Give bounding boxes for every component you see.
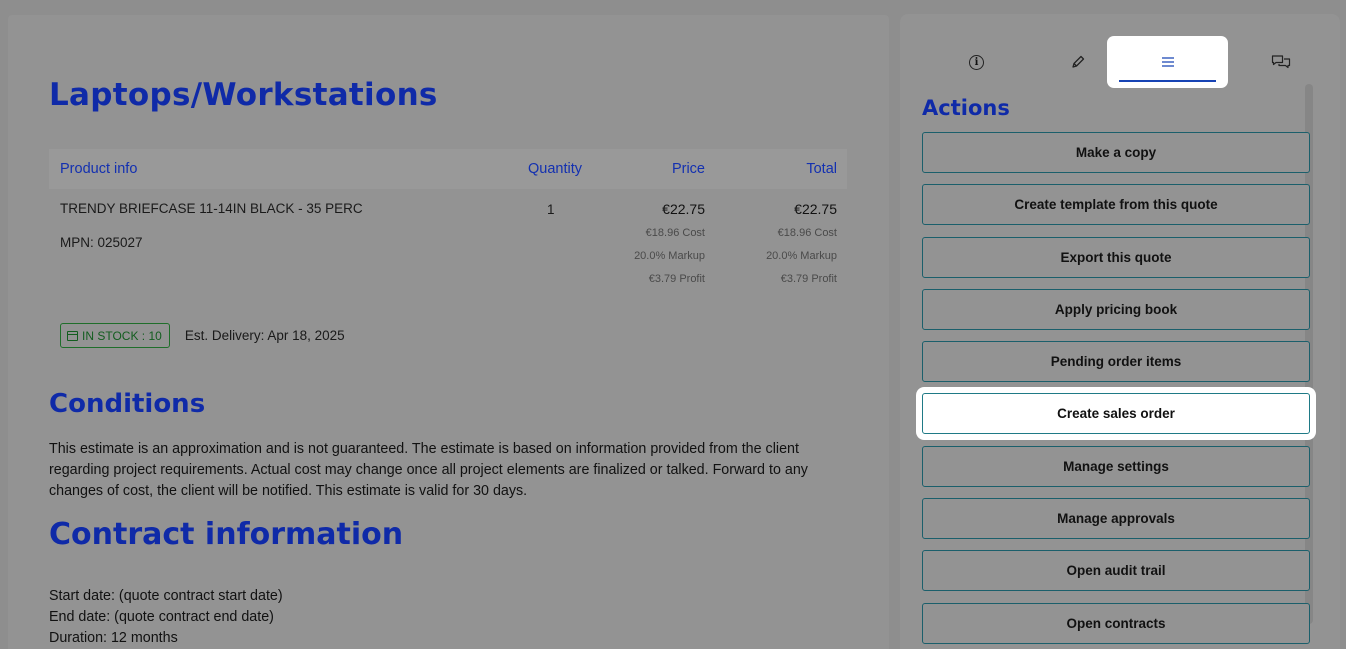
- price-profit: €3.79 Profit: [648, 273, 705, 285]
- make-copy-button[interactable]: Make a copy: [922, 132, 1310, 173]
- total-cost: €18.96 Cost: [777, 227, 837, 239]
- stock-badge-label: IN STOCK : 10: [82, 328, 162, 343]
- tab-actions[interactable]: [1107, 36, 1228, 88]
- header-price: Price: [671, 161, 705, 177]
- product-name: TRENDY BRIEFCASE 11-14IN BLACK - 35 PERC: [60, 201, 363, 216]
- header-quantity: Quantity: [528, 161, 582, 177]
- table-row: TRENDY BRIEFCASE 11-14IN BLACK - 35 PERC…: [49, 189, 847, 299]
- price-cost: €18.96 Cost: [645, 227, 705, 239]
- actions-sidebar: i Actions Make a copy Create template fr…: [900, 14, 1340, 649]
- sidebar-tabs: i: [900, 36, 1340, 88]
- price-amount: €22.75: [662, 201, 705, 217]
- tab-comments[interactable]: [1220, 36, 1341, 88]
- total-markup: 20.0% Markup: [766, 250, 837, 262]
- pencil-icon: [1071, 55, 1084, 68]
- open-audit-trail-button[interactable]: Open audit trail: [922, 550, 1310, 592]
- product-mpn: MPN: 025027: [60, 235, 143, 250]
- section-title: Laptops/Workstations: [49, 77, 438, 113]
- header-product-info: Product info: [60, 161, 138, 177]
- quote-document-panel: Laptops/Workstations Product info Quanti…: [8, 15, 889, 649]
- contract-title: Contract information: [49, 517, 404, 552]
- apply-pricing-book-button[interactable]: Apply pricing book: [922, 288, 1310, 330]
- export-quote-button[interactable]: Export this quote: [922, 236, 1310, 278]
- manage-settings-button[interactable]: Manage settings: [922, 445, 1310, 487]
- info-icon: i: [969, 54, 984, 70]
- actions-list: Make a copy Create template from this qu…: [922, 132, 1310, 649]
- total-cell: €22.75 €18.96 Cost 20.0% Markup €3.79 Pr…: [717, 189, 837, 291]
- contract-start: Start date: (quote contract start date): [49, 588, 283, 604]
- create-sales-order-button[interactable]: Create sales order: [922, 393, 1310, 435]
- manage-approvals-button[interactable]: Manage approvals: [922, 498, 1310, 540]
- total-amount: €22.75: [794, 201, 837, 217]
- product-quantity: 1: [547, 202, 555, 217]
- list-icon: [1161, 57, 1174, 67]
- price-markup: 20.0% Markup: [634, 250, 705, 262]
- conditions-title: Conditions: [49, 389, 206, 419]
- contract-end: End date: (quote contract end date): [49, 608, 274, 625]
- table-header: Product info Quantity Price Total: [49, 149, 847, 189]
- pending-order-items-button[interactable]: Pending order items: [922, 341, 1310, 383]
- chat-icon: [1271, 55, 1290, 69]
- calendar-icon: [67, 330, 78, 341]
- delivery-estimate: Est. Delivery: Apr 18, 2025: [184, 328, 345, 343]
- price-cell: €22.75 €18.96 Cost 20.0% Markup €3.79 Pr…: [585, 189, 705, 291]
- actions-title: Actions: [922, 96, 1010, 120]
- contract-duration: Duration: 12 months: [49, 629, 178, 646]
- contract-details: Start date: (quote contract start date) …: [49, 586, 839, 648]
- stock-badge: IN STOCK : 10: [60, 323, 170, 348]
- header-total: Total: [806, 161, 837, 177]
- product-table: Product info Quantity Price Total TRENDY…: [49, 149, 847, 299]
- create-template-button[interactable]: Create template from this quote: [922, 184, 1310, 226]
- open-contracts-button[interactable]: Open contracts: [922, 602, 1310, 644]
- conditions-text: This estimate is an approximation and is…: [49, 441, 808, 499]
- total-profit: €3.79 Profit: [780, 273, 837, 285]
- stock-info: IN STOCK : 10 Est. Delivery: Apr 18, 202…: [60, 323, 345, 348]
